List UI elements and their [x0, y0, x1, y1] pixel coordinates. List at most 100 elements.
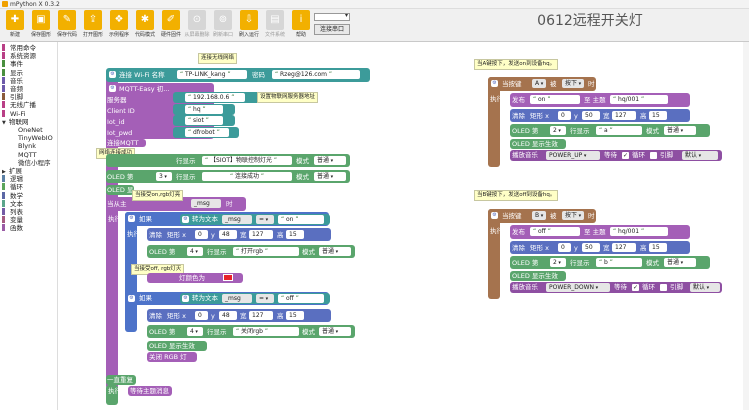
if1-text-field[interactable]: “ 打开rgb ” — [233, 247, 299, 256]
rgb-color-swatch[interactable] — [223, 274, 233, 281]
sidebar-category-3[interactable]: 显示 — [2, 68, 23, 77]
oled-line3-block[interactable]: OLED 第 3 行显示 “ 连接成功 ” 模式 普通 — [106, 170, 350, 183]
btn-b-event-block[interactable]: ⚙ 当按键 B 被 按下 时 — [488, 209, 596, 223]
btn-b-mode-dropdown[interactable]: 普通 — [664, 258, 696, 267]
mqtt-iotid-input[interactable]: “ siot ” — [173, 115, 235, 126]
wait-message-block[interactable]: 等待主题消息 — [128, 386, 172, 396]
sidebar-category-6[interactable]: 引脚 — [2, 93, 23, 101]
wifi-password-field[interactable]: “ Rzeg@126.com ” — [272, 70, 360, 79]
btn-a-x-field[interactable]: 0 — [558, 111, 571, 120]
sidebar-category-1[interactable]: 系统资源 — [2, 52, 36, 60]
block-workspace[interactable]: 连接无线网络 ⚙ 连接 Wi-Fi 名称 “ TP-LINK_kang ” 密码… — [59, 42, 749, 410]
btn-a-text-field[interactable]: “ a ” — [596, 126, 642, 135]
btn-a-msg-field[interactable]: “ on ” — [530, 95, 580, 104]
firmware-button[interactable]: ✐ 硬件固件 — [159, 10, 183, 41]
if1-mode-dropdown[interactable]: 普通 — [319, 247, 351, 256]
btn-a-key-dropdown[interactable]: A — [532, 79, 546, 88]
if2-value-field[interactable]: “ off ” — [278, 294, 324, 303]
if2-clear-block[interactable]: 清除 矩形 x 0 y 48 宽 127 高 15 — [147, 309, 331, 322]
sidebar-category-0[interactable]: 常用命令 — [2, 44, 36, 52]
btn-a-event-block[interactable]: ⚙ 当按键 A 被 按下 时 — [488, 77, 596, 91]
btn-a-mode-dropdown[interactable]: 普通 — [664, 126, 696, 135]
if1-x-field[interactable]: 0 — [195, 230, 208, 239]
oled1-text-field[interactable]: “ 【SIOT】物联控制灯光 ” — [202, 156, 292, 165]
open-graphic-button[interactable]: ⇪ 打开图形 — [81, 10, 105, 41]
btn-a-wait-checkbox[interactable]: ✓ — [622, 152, 629, 159]
mqtt-client-input[interactable]: “ hq ” — [173, 104, 235, 115]
example-button[interactable]: ❖ 示例程序 — [107, 10, 131, 41]
mqtt-server-input[interactable]: “ 192.168.0.6 ” — [173, 92, 261, 103]
btn-a-h-field[interactable]: 15 — [649, 111, 667, 120]
if2-w-field[interactable]: 127 — [249, 311, 273, 320]
btn-a-clear-block[interactable]: 清除 矩形 x 0 y 50 宽 127 高 15 — [510, 109, 690, 122]
help-button[interactable]: i 帮助 — [289, 10, 313, 41]
file-system-button[interactable]: ▤ 文件系统 — [263, 10, 287, 41]
btn-a-row-dropdown[interactable]: 2 — [550, 126, 566, 135]
if2-x-field[interactable]: 0 — [195, 311, 208, 320]
rgb-off-block[interactable]: 关闭 RGB 灯 — [147, 352, 197, 362]
btn-a-loop-checkbox[interactable] — [650, 152, 657, 159]
if2-h-field[interactable]: 15 — [286, 311, 304, 320]
oled-line1-block[interactable]: 行显示 “ 【SIOT】物联控制灯光 ” 模式 普通 — [106, 154, 350, 167]
btn-b-oled-show-block[interactable]: OLED 显示生效 — [510, 271, 566, 281]
if2-text-field[interactable]: “ 关闭rgb ” — [233, 327, 299, 336]
btn-a-oled-show-block[interactable]: OLED 显示生效 — [510, 139, 566, 149]
btn-b-h-field[interactable]: 15 — [649, 243, 667, 252]
btn-b-msg-field[interactable]: “ off ” — [530, 227, 580, 236]
comment-btn-a[interactable]: 当A键按下，发送on到设备hq。 — [474, 59, 559, 70]
mqtt-iotid-field[interactable]: “ siot ” — [185, 116, 223, 125]
if2-oled-block[interactable]: OLED 第 4 行显示 “ 关闭rgb ” 模式 普通 — [147, 325, 355, 338]
mqtt-iotpwd-field[interactable]: “ dfrobot ” — [185, 128, 229, 137]
if1-op-dropdown[interactable]: = — [256, 215, 274, 224]
comment-wifi[interactable]: 连接无线网络 — [198, 53, 238, 64]
delete-screen-button[interactable]: ⊙ 从屏幕删除 — [184, 10, 210, 41]
oled3-mode-dropdown[interactable]: 普通 — [314, 172, 346, 181]
sidebar-category-11[interactable]: TinyWebIO — [18, 134, 53, 142]
btn-a-topic-field[interactable]: “ hq/001 ” — [610, 95, 668, 104]
comment-on-cmd[interactable]: 当接受on,rgb灯亮 — [132, 190, 184, 201]
if2-op-dropdown[interactable]: = — [256, 294, 274, 303]
if1-oled-block[interactable]: OLED 第 4 行显示 “ 打开rgb ” 模式 普通 — [147, 245, 355, 258]
comment-server[interactable]: 设置物联网服务器地址 — [257, 92, 319, 103]
if1-compare-block[interactable]: ⚙ 转为文本 _msg = “ on ” — [180, 214, 330, 225]
if2-var-field[interactable]: _msg — [222, 294, 252, 303]
sidebar-category-18[interactable]: 数学 — [2, 191, 23, 200]
btn-b-y-field[interactable]: 50 — [582, 243, 600, 252]
if2-compare-block[interactable]: ⚙ 转为文本 _msg = “ off ” — [180, 293, 330, 304]
sidebar-category-22[interactable]: 函数 — [2, 224, 23, 232]
btn-a-tune-dropdown[interactable]: POWER_UP — [546, 151, 600, 160]
btn-b-music-block[interactable]: 播放音乐 POWER_DOWN 等待 ✓ 循环 引脚 默认 — [510, 282, 722, 293]
sidebar-category-4[interactable]: 音乐 — [2, 76, 23, 85]
btn-a-publish-block[interactable]: 发布 “ on ” 至 主题 “ hq/001 ” — [510, 93, 690, 107]
if2-y-field[interactable]: 48 — [219, 311, 237, 320]
wifi-connect-block[interactable]: ⚙ 连接 Wi-Fi 名称 “ TP-LINK_kang ” 密码 “ Rzeg… — [106, 68, 370, 82]
btn-a-oled-block[interactable]: OLED 第 2 行显示 “ a ” 模式 普通 — [510, 124, 710, 137]
sidebar-category-12[interactable]: Blynk — [18, 142, 36, 150]
btn-b-pin-dropdown[interactable]: 默认 — [690, 283, 720, 292]
btn-b-x-field[interactable]: 0 — [558, 243, 571, 252]
btn-b-tune-dropdown[interactable]: POWER_DOWN — [546, 283, 610, 292]
code-mode-button[interactable]: ✱ 代码模式 — [133, 10, 157, 41]
btn-b-oled-block[interactable]: OLED 第 2 行显示 “ b ” 模式 普通 — [510, 256, 710, 269]
if1-y-field[interactable]: 48 — [219, 230, 237, 239]
if1-h-field[interactable]: 15 — [286, 230, 304, 239]
mqtt-iotpwd-input[interactable]: “ dfrobot ” — [173, 127, 239, 138]
mqtt-server-field[interactable]: “ 192.168.0.6 ” — [185, 93, 245, 102]
mqtt-client-field[interactable]: “ hq ” — [185, 105, 223, 114]
oled1-mode-dropdown[interactable]: 普通 — [314, 156, 346, 165]
sidebar-category-14[interactable]: 微信小程序 — [18, 159, 51, 167]
btn-b-topic-field[interactable]: “ hq/001 ” — [610, 227, 668, 236]
refresh-port-button[interactable]: ⊚ 刷新串口 — [211, 10, 235, 41]
oled-show-block-1[interactable]: OLED 显示生效 — [106, 185, 153, 195]
btn-a-pin-dropdown[interactable]: 默认 — [682, 151, 718, 160]
save-code-button[interactable]: ✎ 保存代码 — [55, 10, 79, 41]
sidebar-category-19[interactable]: 文本 — [2, 199, 23, 208]
sidebar-category-21[interactable]: 变量 — [2, 216, 23, 224]
btn-b-clear-block[interactable]: 清除 矩形 x 0 y 50 宽 127 高 15 — [510, 241, 690, 254]
workspace-scrollbar[interactable] — [743, 42, 749, 410]
if1-rgb-block[interactable]: 灯颜色为 — [147, 273, 243, 283]
if2-row-dropdown[interactable]: 4 — [187, 327, 203, 336]
btn-a-music-block[interactable]: 播放音乐 POWER_UP 等待 ✓ 循环 引脚 默认 — [510, 150, 722, 161]
if1-w-field[interactable]: 127 — [249, 230, 273, 239]
sidebar-category-5[interactable]: 音频 — [2, 85, 23, 93]
